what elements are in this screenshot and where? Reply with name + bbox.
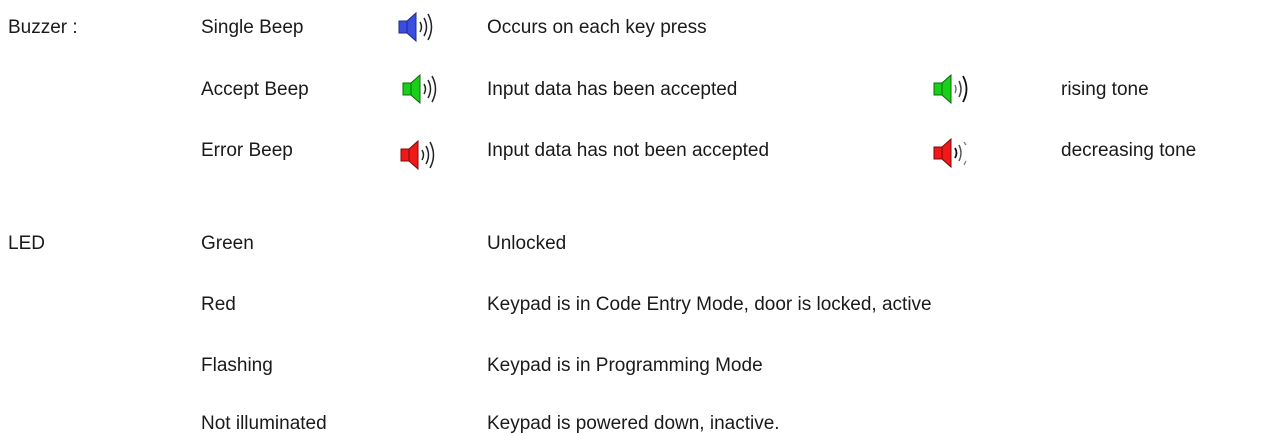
single-beep-description: Occurs on each key press xyxy=(487,17,707,38)
rising-tone-label: rising tone xyxy=(1061,79,1149,100)
buzzer-label: Buzzer : xyxy=(8,17,78,38)
led-state-green: Green xyxy=(201,233,254,254)
error-beep-description: Input data has not been accepted xyxy=(487,140,770,161)
keypad-signal-legend: { "buzzer": { "label": "Buzzer :", "rows… xyxy=(0,0,1262,436)
single-beep-label: Single Beep xyxy=(201,17,304,38)
accept-beep-label: Accept Beep xyxy=(201,79,309,100)
speaker-green-rising-icon xyxy=(932,70,972,110)
led-state-red: Red xyxy=(201,294,236,315)
led-state-not-illuminated: Not illuminated xyxy=(201,413,327,434)
accept-beep-description: Input data has been accepted xyxy=(487,79,738,100)
led-not-illuminated-description: Keypad is powered down, inactive. xyxy=(487,413,780,434)
led-label: LED xyxy=(8,233,45,254)
speaker-red-icon xyxy=(399,136,439,176)
speaker-red-decreasing-icon xyxy=(932,134,972,174)
led-state-flashing: Flashing xyxy=(201,355,273,376)
led-flashing-description: Keypad is in Programming Mode xyxy=(487,355,763,376)
decreasing-tone-label: decreasing tone xyxy=(1061,140,1197,161)
led-green-description: Unlocked xyxy=(487,233,567,254)
error-beep-label: Error Beep xyxy=(201,140,293,161)
speaker-blue-icon xyxy=(397,8,437,48)
led-red-description: Keypad is in Code Entry Mode, door is lo… xyxy=(487,294,932,315)
speaker-green-icon xyxy=(401,70,441,110)
